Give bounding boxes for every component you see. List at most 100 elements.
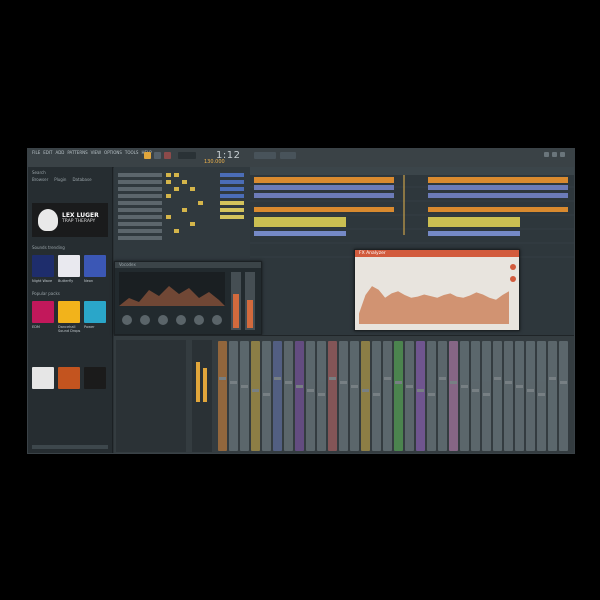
mixer-channel-strip[interactable] <box>416 341 425 451</box>
volume-fader[interactable] <box>296 385 303 388</box>
mixer-channel-strip[interactable] <box>251 341 260 451</box>
volume-fader[interactable] <box>307 389 314 392</box>
menu-add[interactable]: ADD <box>55 150 64 155</box>
stop-button[interactable] <box>154 152 161 159</box>
close-icon[interactable] <box>560 152 565 157</box>
volume-fader[interactable] <box>439 377 446 380</box>
pattern-selector[interactable] <box>178 152 196 159</box>
volume-fader[interactable] <box>450 381 457 384</box>
volume-fader[interactable] <box>263 393 270 396</box>
mixer-channel-strip[interactable] <box>493 341 502 451</box>
mixer-channel-strip[interactable] <box>295 341 304 451</box>
volume-fader[interactable] <box>428 393 435 396</box>
pack-tile[interactable] <box>84 367 106 389</box>
tab-database[interactable]: Database <box>72 177 91 182</box>
mixer-channel-strip[interactable] <box>526 341 535 451</box>
mixer-channel-strip[interactable] <box>537 341 546 451</box>
tab-plugin[interactable]: Plugin <box>54 177 66 182</box>
volume-fader[interactable] <box>461 385 468 388</box>
volume-fader[interactable] <box>384 377 391 380</box>
volume-fader[interactable] <box>351 385 358 388</box>
mixer-channel-strip[interactable] <box>405 341 414 451</box>
mixer-channel-strip[interactable] <box>284 341 293 451</box>
volume-fader[interactable] <box>252 389 259 392</box>
pack-tile[interactable] <box>32 255 54 277</box>
mixer-insert-list[interactable] <box>116 340 186 452</box>
volume-fader[interactable] <box>549 377 556 380</box>
volume-fader[interactable] <box>329 377 336 380</box>
menu-patterns[interactable]: PATTERNS <box>67 150 87 155</box>
mixer-channel-strip[interactable] <box>548 341 557 451</box>
play-button[interactable] <box>144 152 151 159</box>
mixer-channel-strip[interactable] <box>460 341 469 451</box>
volume-fader[interactable] <box>417 389 424 392</box>
minimize-icon[interactable] <box>544 152 549 157</box>
mixer-channel-strip[interactable] <box>306 341 315 451</box>
volume-fader[interactable] <box>483 393 490 396</box>
settings-icon[interactable] <box>510 264 516 270</box>
mixer-channel-strip[interactable] <box>427 341 436 451</box>
pack-tile[interactable] <box>84 255 106 277</box>
volume-fader[interactable] <box>373 393 380 396</box>
mixer-channel-strip[interactable] <box>372 341 381 451</box>
volume-fader[interactable] <box>362 389 369 392</box>
fx-analyzer-window[interactable]: FX Analyzer <box>354 249 520 331</box>
menu-tools[interactable]: TOOLS <box>125 150 139 155</box>
volume-fader[interactable] <box>472 389 479 392</box>
snap-selector[interactable] <box>254 152 276 159</box>
mixer-channel-strip[interactable] <box>515 341 524 451</box>
volume-fader[interactable] <box>538 393 545 396</box>
mode-icon[interactable] <box>510 276 516 282</box>
mixer-channel-strip[interactable] <box>240 341 249 451</box>
volume-fader[interactable] <box>560 381 567 384</box>
pack-tile[interactable] <box>84 301 106 323</box>
mixer-channel-strip[interactable] <box>229 341 238 451</box>
menu-options[interactable]: OPTIONS <box>104 150 122 155</box>
volume-fader[interactable] <box>340 381 347 384</box>
mixer-channel-strip[interactable] <box>328 341 337 451</box>
mixer-channel-strip[interactable] <box>394 341 403 451</box>
pack-tile[interactable] <box>58 367 80 389</box>
mixer-channel-strip[interactable] <box>317 341 326 451</box>
mixer-channel-strip[interactable] <box>361 341 370 451</box>
volume-fader[interactable] <box>395 381 402 384</box>
mixer-channel-strip[interactable] <box>449 341 458 451</box>
banner-title: LEX LUGER <box>62 212 99 219</box>
menu-view[interactable]: VIEW <box>91 150 101 155</box>
mixer-channel-strip[interactable] <box>273 341 282 451</box>
mixer-channel-strip[interactable] <box>262 341 271 451</box>
vocoder-plugin-window[interactable]: Vocodex <box>114 261 262 335</box>
volume-fader[interactable] <box>230 381 237 384</box>
menu-edit[interactable]: EDIT <box>43 150 52 155</box>
volume-fader[interactable] <box>219 377 226 380</box>
mixer-channel-strip[interactable] <box>438 341 447 451</box>
volume-fader[interactable] <box>516 385 523 388</box>
volume-fader[interactable] <box>285 381 292 384</box>
pack-tile[interactable] <box>32 301 54 323</box>
pack-tile[interactable] <box>58 255 80 277</box>
master-channel[interactable] <box>192 340 212 452</box>
browser-search-input[interactable]: Search <box>32 170 46 175</box>
volume-fader[interactable] <box>527 389 534 392</box>
volume-fader[interactable] <box>274 377 281 380</box>
volume-fader[interactable] <box>406 385 413 388</box>
mixer-channel-strip[interactable] <box>218 341 227 451</box>
volume-fader[interactable] <box>505 381 512 384</box>
pack-tile[interactable] <box>32 367 54 389</box>
tab-browser[interactable]: Browser <box>32 177 48 182</box>
pack-tile[interactable] <box>58 301 80 323</box>
volume-fader[interactable] <box>241 385 248 388</box>
volume-fader[interactable] <box>494 377 501 380</box>
banner-subtitle: TRAP THERAPY <box>62 219 96 224</box>
mixer-channel-strip[interactable] <box>559 341 568 451</box>
mixer-channel-strip[interactable] <box>339 341 348 451</box>
mixer-channel-strip[interactable] <box>471 341 480 451</box>
mixer-channel-strip[interactable] <box>504 341 513 451</box>
volume-fader[interactable] <box>318 393 325 396</box>
maximize-icon[interactable] <box>552 152 557 157</box>
mixer-channel-strip[interactable] <box>350 341 359 451</box>
mixer-channel-strip[interactable] <box>383 341 392 451</box>
record-button[interactable] <box>164 152 171 159</box>
mixer-channel-strip[interactable] <box>482 341 491 451</box>
menu-file[interactable]: FILE <box>32 150 40 155</box>
